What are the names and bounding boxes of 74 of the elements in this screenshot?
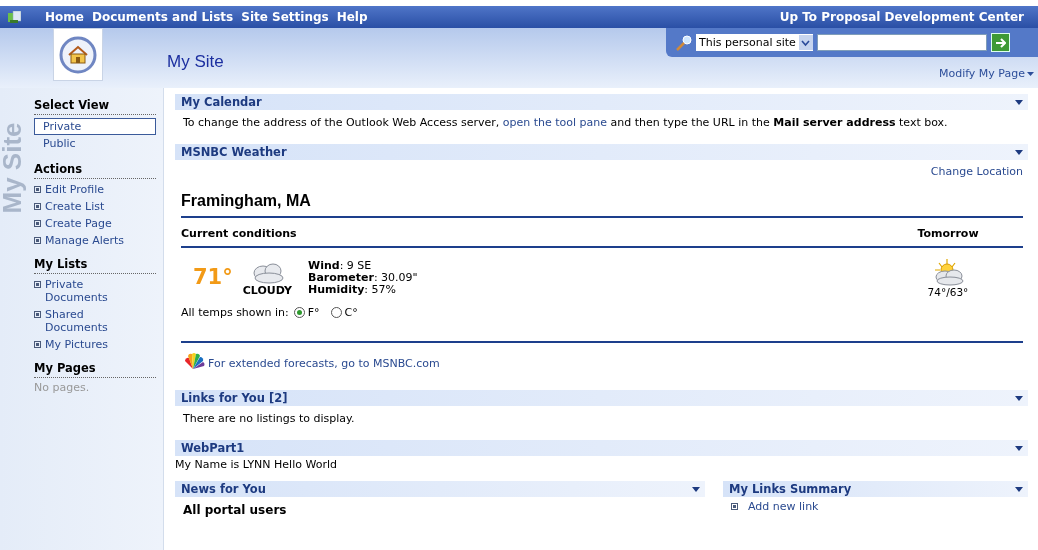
site-logo[interactable] [53, 28, 103, 81]
menu-caret-icon[interactable] [1015, 444, 1023, 452]
bullet-icon [34, 203, 41, 210]
nav-link[interactable]: Home [45, 10, 84, 24]
webpart-title: MSNBC Weather [181, 145, 287, 159]
menu-caret-icon[interactable] [1015, 98, 1023, 106]
webpart-title: My Links Summary [729, 482, 852, 496]
section-heading: My Pages [34, 361, 156, 378]
column-heading: Tomorrow [916, 227, 980, 240]
sidebar-link[interactable]: Edit Profile [45, 183, 125, 196]
column-heading: Current conditions [181, 227, 297, 240]
change-location-link[interactable]: Change Location [930, 165, 1023, 178]
webpart-title: News for You [181, 482, 266, 496]
webpart-title: My Calendar [181, 95, 262, 109]
modify-page-menu[interactable]: Modify My Page [938, 67, 1034, 80]
dropdown-caret-icon [801, 38, 811, 47]
house-icon [59, 35, 97, 74]
current-temperature: 71° [193, 265, 233, 289]
view-option[interactable]: Public [34, 135, 156, 152]
bullet-icon [34, 311, 41, 318]
radio-button[interactable] [293, 307, 305, 318]
weather-detail: Barometer: 30.09" [308, 272, 418, 284]
search-go-button[interactable] [990, 33, 1010, 52]
condition-label: CLOUDY [242, 284, 292, 297]
section-heading: My Lists [34, 257, 156, 274]
empty-message: There are no listings to display. [182, 411, 356, 427]
tool-pane-link[interactable]: open the tool pane [502, 116, 608, 129]
radio-label[interactable]: F° [307, 306, 320, 319]
nav-link[interactable]: Documents and Lists [91, 10, 234, 24]
sidebar-link[interactable]: Manage Alerts [45, 234, 125, 247]
nav-link[interactable]: Site Settings [241, 10, 329, 24]
add-link[interactable]: Add new link [748, 500, 819, 513]
bullet-icon [34, 186, 41, 193]
webpart-title: WebPart1 [181, 441, 245, 455]
webpart-text: My Name is LYNN Hello World [175, 457, 338, 473]
sidebar-link[interactable]: Create List [45, 200, 125, 213]
forecast-temperatures: 74°/63° [927, 286, 969, 298]
bullet-icon [731, 503, 738, 510]
section-heading: Select View [34, 98, 156, 115]
weather-detail: Humidity: 57% [308, 284, 397, 296]
weather-detail: Wind: 9 SE [308, 260, 373, 272]
empty-note: No pages. [34, 381, 90, 394]
units-label: All temps shown in: [181, 306, 289, 319]
calendar-message: To change the address of the Outlook Web Access server, open the tool pane and then type the URL in the Mail server address text box. [182, 115, 949, 131]
search-field[interactable] [816, 34, 987, 51]
sidebar-link[interactable]: Shared Documents [45, 308, 125, 334]
menu-caret-icon[interactable] [692, 485, 700, 493]
menu-caret-icon[interactable] [1015, 394, 1023, 402]
scope-dropdown[interactable]: This personal site [696, 34, 813, 51]
forecast-link[interactable]: For extended forecasts, go to MSNBC.com [208, 357, 440, 370]
nav-link[interactable]: Help [336, 10, 368, 24]
view-option[interactable]: Private [34, 118, 156, 135]
up-link[interactable]: Up To Proposal Development Center [779, 10, 1024, 24]
site-title: My Site [167, 52, 224, 73]
radio-label[interactable]: C° [344, 306, 358, 319]
section-heading: Actions [34, 162, 156, 179]
webpart-title: Links for You [2] [181, 391, 288, 405]
arrow-icon [994, 36, 1006, 49]
bullet-icon [34, 237, 41, 244]
city-name: Framingham, MA [181, 192, 1023, 218]
menu-caret-icon[interactable] [1015, 485, 1023, 493]
sidebar-link[interactable]: Private Documents [45, 278, 125, 304]
radio-button[interactable] [330, 307, 342, 318]
sidebar-link[interactable]: Create Page [45, 217, 125, 230]
caret-icon [1027, 70, 1034, 77]
menu-caret-icon[interactable] [1015, 148, 1023, 156]
bullet-icon [34, 341, 41, 348]
bullet-icon [34, 281, 41, 288]
search-icon [676, 34, 692, 51]
sidebar-link[interactable]: My Pictures [45, 338, 125, 351]
site-icon [8, 11, 21, 23]
sidebar-watermark: My Site [0, 121, 28, 214]
bullet-icon [34, 220, 41, 227]
news-heading: All portal users [182, 502, 288, 519]
